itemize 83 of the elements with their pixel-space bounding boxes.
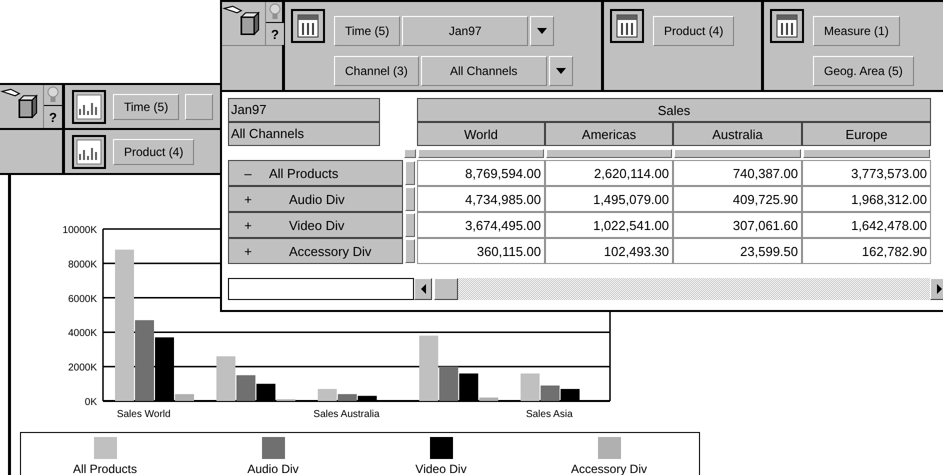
dimension-label[interactable]: Product (4)	[113, 138, 194, 164]
legend-label: All Products	[72, 462, 138, 475]
table-cell: 4,734,985.00	[417, 186, 545, 212]
scroll-right-button[interactable]	[930, 278, 943, 300]
column-header[interactable]: Australia	[673, 122, 802, 146]
table-cell: 1,642,478.00	[802, 212, 931, 238]
column-header[interactable]: Europe	[802, 122, 931, 146]
legend-swatch	[94, 437, 116, 459]
page-item[interactable]: All Channels	[228, 122, 380, 146]
legend-label: Video Div	[415, 462, 467, 475]
dimension-label[interactable]: Channel (3)	[334, 56, 419, 86]
dropdown-button[interactable]	[548, 56, 573, 86]
scrollbar-thumb[interactable]	[434, 278, 458, 300]
expand-toggle[interactable]: –	[241, 166, 255, 180]
y-tick-label: 0K	[84, 397, 97, 408]
row-resize-handle[interactable]	[405, 187, 415, 211]
y-tick-label: 10000K	[62, 225, 97, 236]
table-cell: 409,725.90	[673, 186, 802, 212]
row-label: Video Div	[288, 218, 344, 232]
column-resize-handle[interactable]	[546, 149, 672, 158]
row-header[interactable]: + Video Div	[228, 212, 403, 238]
table-cell: 8,769,594.00	[417, 160, 545, 186]
table-cell: 3,674,495.00	[417, 212, 545, 238]
input-field[interactable]	[228, 278, 414, 300]
table-cell: 102,493.30	[545, 238, 673, 264]
table-icon[interactable]	[769, 8, 805, 44]
column-header[interactable]: World	[417, 122, 545, 146]
corner-handle[interactable]	[404, 149, 416, 158]
table-cell: 3,773,573.00	[802, 160, 931, 186]
table-cell: 740,387.00	[673, 160, 802, 186]
column-resize-handle[interactable]	[674, 149, 801, 158]
expand-toggle[interactable]: +	[241, 192, 255, 206]
dimension-selector[interactable]	[185, 94, 214, 120]
row-label: Audio Div	[288, 192, 345, 206]
table-cell: 162,782.90	[802, 238, 931, 264]
bar-chart-icon[interactable]	[71, 134, 107, 170]
scroll-left-button[interactable]	[414, 278, 432, 300]
bar-chart-icon[interactable]	[71, 88, 107, 124]
cube-icon[interactable]	[0, 85, 44, 128]
row-header[interactable]: + Accessory Div	[228, 238, 403, 264]
dimension-label[interactable]: Geog. Area (5)	[813, 56, 914, 86]
y-tick-label: 2000K	[68, 362, 97, 374]
legend-swatch	[430, 437, 452, 459]
table-icon[interactable]	[609, 8, 645, 44]
table-cell: 2,620,114.00	[545, 160, 673, 186]
legend-label: Audio Div	[247, 462, 299, 475]
table-cell: 1,495,079.00	[545, 186, 673, 212]
y-tick-label: 6000K	[68, 294, 97, 305]
dimension-selector[interactable]: All Channels	[420, 56, 547, 86]
column-header[interactable]: Americas	[545, 122, 673, 146]
row-resize-handle[interactable]	[405, 161, 415, 185]
x-axis-label: Sales Asia	[526, 409, 573, 420]
dropdown-button[interactable]	[530, 16, 554, 46]
expand-toggle[interactable]: +	[241, 244, 255, 258]
cube-icon[interactable]	[222, 2, 266, 45]
y-tick-label: 4000K	[68, 328, 97, 340]
legend-swatch	[262, 437, 284, 459]
expand-toggle[interactable]: +	[241, 218, 255, 232]
row-header[interactable]: – All Products	[228, 160, 403, 186]
row-resize-handle[interactable]	[405, 213, 415, 237]
dimension-label[interactable]: Time (5)	[113, 94, 180, 120]
dimension-selector[interactable]: Jan97	[402, 16, 528, 46]
dimension-label[interactable]: Time (5)	[334, 16, 400, 46]
row-header[interactable]: + Audio Div	[228, 186, 403, 212]
column-group-header[interactable]: Sales	[417, 98, 931, 122]
row-resize-handle[interactable]	[405, 239, 415, 263]
dimension-label[interactable]: Measure (1)	[813, 16, 900, 46]
page-item[interactable]: Jan97	[228, 98, 380, 122]
table-cell: 1,968,312.00	[802, 186, 931, 212]
table-cell: 307,061.60	[673, 212, 802, 238]
column-resize-handle[interactable]	[418, 149, 544, 158]
dimension-label[interactable]: Product (4)	[653, 16, 734, 46]
table-icon[interactable]	[290, 8, 326, 44]
x-axis-label: Sales Australia	[313, 409, 380, 420]
legend-swatch	[598, 437, 620, 459]
table-cell: 23,599.50	[673, 238, 802, 264]
table-cell: 360,115.00	[417, 238, 545, 264]
row-label: All Products	[268, 166, 338, 180]
x-axis-label: Sales World	[116, 409, 171, 420]
table-cell: 1,022,541.00	[545, 212, 673, 238]
column-resize-handle[interactable]	[803, 149, 930, 158]
y-tick-label: 8000K	[68, 259, 97, 270]
row-label: Accessory Div	[288, 244, 372, 258]
